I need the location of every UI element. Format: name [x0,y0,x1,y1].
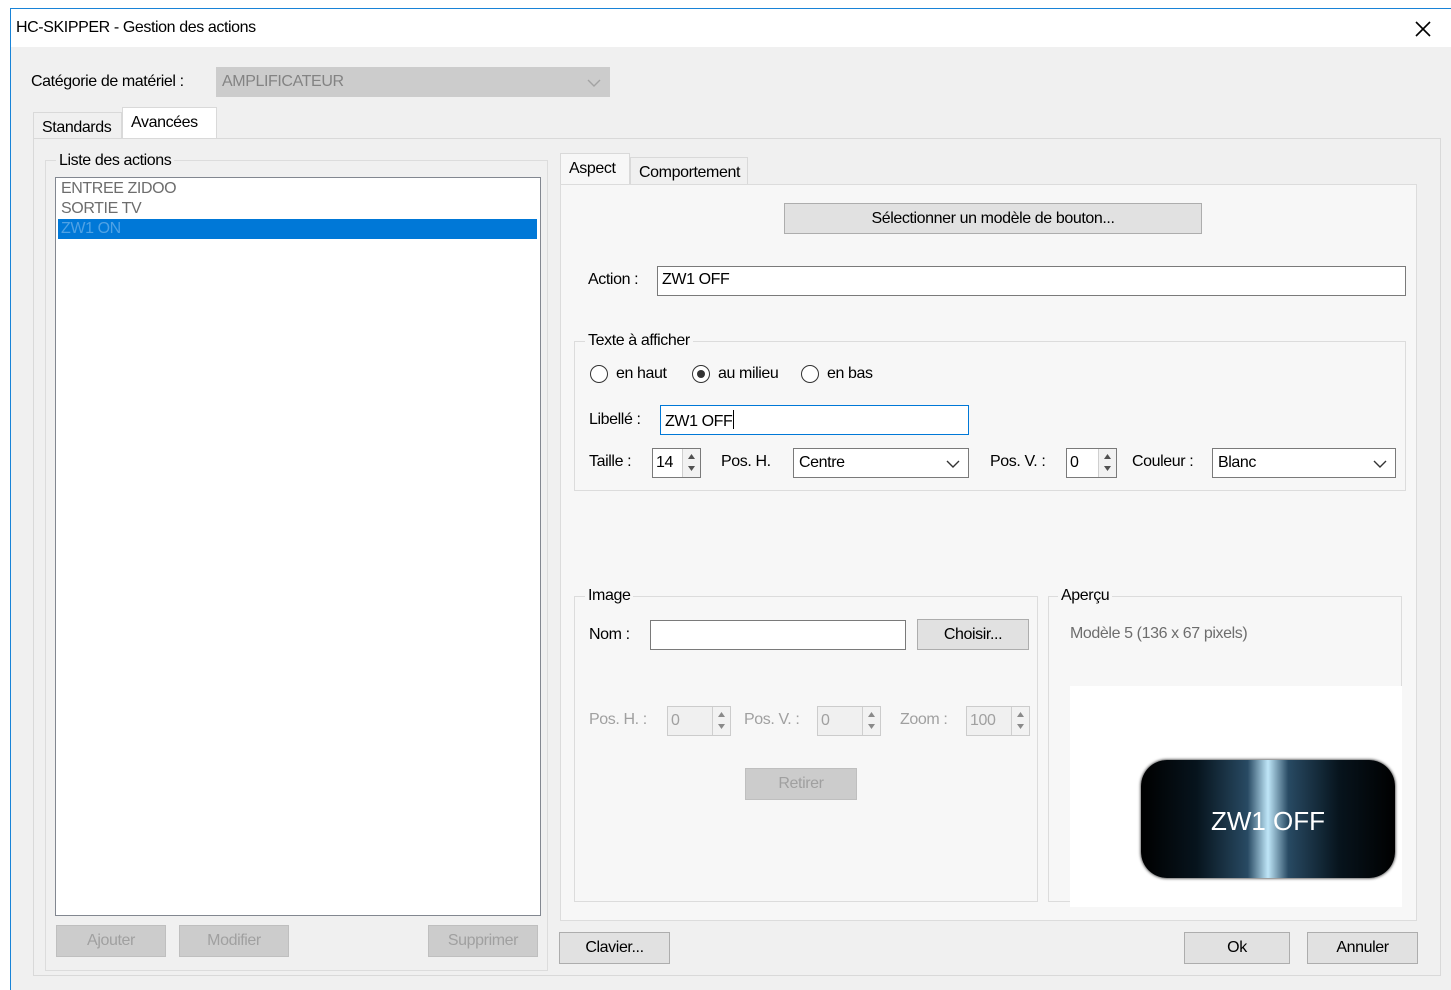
close-icon[interactable] [1409,15,1437,43]
remove-button[interactable]: Retirer [745,768,857,800]
image-title: Image [585,587,634,605]
radio-top[interactable] [590,365,608,383]
size-spinner[interactable]: 14 [652,448,701,478]
window-title: HC-SKIPPER - Gestion des actions [16,19,256,36]
list-item[interactable]: SORTIE TV [58,199,537,219]
image-posv-label: Pos. V. : [744,711,800,728]
libelle-field[interactable]: ZW1 OFF [660,405,969,435]
action-field[interactable]: ZW1 OFF [657,266,1406,296]
add-button[interactable]: Ajouter [56,925,166,957]
tab-comportement[interactable]: Comportement [630,157,748,185]
image-name-field[interactable] [650,620,906,650]
color-label: Couleur : [1132,453,1194,470]
list-item[interactable]: ENTREE ZIDOO [58,179,537,199]
posv-label: Pos. V. : [990,453,1046,470]
color-select[interactable]: Blanc [1212,448,1396,478]
radio-bottom[interactable] [801,365,819,383]
dialog-window: HC-SKIPPER - Gestion des actions Catégor… [10,8,1451,990]
text-display-group: Texte à afficher en haut au milieu en ba… [574,332,1406,491]
model-info: Modèle 5 (136 x 67 pixels) [1070,625,1248,642]
chevron-down-icon [587,79,601,87]
image-name-label: Nom : [589,626,630,643]
image-group: Image Nom : Choisir... Pos. H. : 0 Pos. … [574,587,1038,902]
preview-button-image: ZW1 OFF [1141,760,1395,878]
radio-middle-label: au milieu [718,365,779,382]
advanced-tab-panel: Liste des actions ENTREE ZIDOO SORTIE TV… [33,138,1441,976]
chevron-down-icon [946,460,960,468]
category-label: Catégorie de matériel : [31,73,184,90]
category-value: AMPLIFICATEUR [222,73,344,90]
posh-label: Pos. H. [721,453,771,470]
cancel-button[interactable]: Annuler [1307,932,1418,964]
spin-arrows-icon[interactable] [1098,449,1116,477]
action-label: Action : [588,271,639,288]
delete-button[interactable]: Supprimer [428,925,538,957]
list-item-selected[interactable]: ZW1 ON [58,219,537,239]
modify-button[interactable]: Modifier [179,925,289,957]
actions-list-title: Liste des actions [56,152,175,170]
preview-canvas: ZW1 OFF [1070,686,1402,907]
image-posh-label: Pos. H. : [589,711,647,728]
zoom-spinner[interactable]: 100 [966,706,1030,736]
preview-title: Aperçu [1058,587,1113,605]
tab-avancees[interactable]: Avancées [122,107,217,139]
spin-arrows-icon[interactable] [682,449,700,477]
spin-arrows-icon[interactable] [1011,707,1029,735]
zoom-label: Zoom : [900,711,948,728]
spin-arrows-icon[interactable] [862,707,880,735]
posv-spinner[interactable]: 0 [1066,448,1117,478]
title-bar: HC-SKIPPER - Gestion des actions [11,9,1451,47]
radio-top-label: en haut [616,365,667,382]
size-label: Taille : [589,453,632,470]
spin-arrows-icon[interactable] [712,707,730,735]
image-posh-spinner[interactable]: 0 [667,706,731,736]
libelle-label: Libellé : [589,411,641,428]
ok-button[interactable]: Ok [1184,932,1290,964]
aspect-panel: Sélectionner un modèle de bouton... Acti… [560,184,1417,921]
choose-button[interactable]: Choisir... [917,619,1029,650]
select-model-button[interactable]: Sélectionner un modèle de bouton... [784,203,1202,234]
preview-group: Aperçu Modèle 5 (136 x 67 pixels) ZW1 OF… [1048,587,1402,907]
tab-standards[interactable]: Standards [33,112,122,139]
radio-middle[interactable] [692,365,710,383]
tab-aspect[interactable]: Aspect [560,153,630,185]
posh-select[interactable]: Centre [793,448,969,478]
chevron-down-icon [1373,460,1387,468]
text-display-title: Texte à afficher [585,332,693,350]
keyboard-button[interactable]: Clavier... [559,932,670,964]
actions-list-group: Liste des actions ENTREE ZIDOO SORTIE TV… [45,152,548,971]
radio-bottom-label: en bas [827,365,873,382]
image-posv-spinner[interactable]: 0 [817,706,881,736]
actions-listbox[interactable]: ENTREE ZIDOO SORTIE TV ZW1 ON [55,177,541,916]
category-select[interactable]: AMPLIFICATEUR [216,67,610,97]
